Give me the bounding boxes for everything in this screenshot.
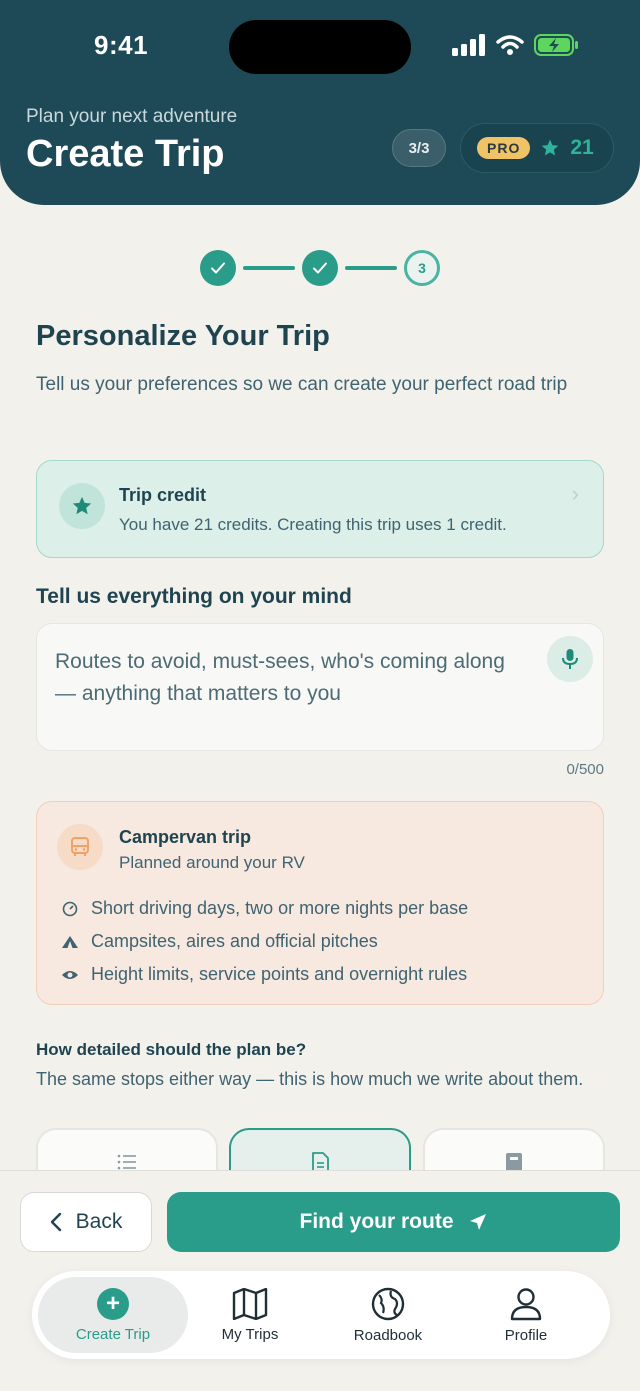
step-1-complete <box>200 250 236 286</box>
pro-credits-badge[interactable]: PRO 21 <box>460 123 614 173</box>
camper-subtitle: Planned around your RV <box>119 853 305 872</box>
step-connector <box>345 266 397 270</box>
page-title: Create Trip <box>26 133 225 175</box>
detail-description: The same stops either way — this is how … <box>36 1069 584 1089</box>
check-icon <box>211 262 225 274</box>
find-route-label: Find your route <box>299 1210 454 1233</box>
send-icon <box>469 1214 486 1230</box>
tent-icon <box>61 933 79 951</box>
status-icons <box>452 34 580 56</box>
star-icon <box>542 139 559 156</box>
battery-icon <box>534 34 578 56</box>
textarea-placeholder: Routes to avoid, must-sees, who's coming… <box>55 650 505 705</box>
back-label: Back <box>75 1210 123 1233</box>
section-title: Personalize Your Trip <box>36 320 330 352</box>
step-2-complete <box>302 250 338 286</box>
map-icon <box>232 1287 268 1320</box>
app-header: 9:41 Plan your next adventure Create Tri… <box>0 0 640 205</box>
feature-item: Campsites, aires and official pitches <box>61 931 378 952</box>
chevron-left-icon <box>50 1212 61 1232</box>
step-3-current: 3 <box>404 250 440 286</box>
find-route-button[interactable]: Find your route <box>167 1192 620 1252</box>
feature-item: Short driving days, two or more nights p… <box>61 898 468 919</box>
chevron-right-icon: › <box>571 481 579 506</box>
signal-icon <box>452 34 485 56</box>
detail-question: How detailed should the plan be? <box>36 1040 307 1059</box>
microphone-button[interactable] <box>547 636 593 682</box>
feature-text: Height limits, service points and overni… <box>91 964 468 984</box>
dynamic-island <box>229 20 411 74</box>
preferences-textarea[interactable]: Routes to avoid, must-sees, who's coming… <box>36 623 604 751</box>
feature-item: Height limits, service points and overni… <box>61 964 467 985</box>
tab-label: My Trips <box>221 1325 279 1343</box>
section-description: Tell us your preferences so we can creat… <box>36 374 568 395</box>
step-indicator: 3/3 <box>392 129 446 167</box>
wifi-icon <box>496 35 524 55</box>
tab-roadbook[interactable]: Roadbook <box>328 1271 448 1359</box>
progress-stepper: 3 <box>200 250 440 286</box>
eye-icon <box>61 966 79 984</box>
pro-badge: PRO <box>477 137 531 159</box>
tab-my-trips[interactable]: My Trips <box>190 1271 310 1359</box>
back-button[interactable]: Back <box>20 1192 152 1252</box>
character-counter: 0/500 <box>566 761 604 778</box>
credit-text: You have 21 credits. Creating this trip … <box>119 515 507 534</box>
camper-title: Campervan trip <box>119 827 252 847</box>
tab-create-trip[interactable]: + Create Trip <box>38 1277 188 1353</box>
tab-label: Create Trip <box>75 1325 151 1343</box>
feature-text: Short driving days, two or more nights p… <box>91 898 469 918</box>
campervan-card: Campervan trip Planned around your RV Sh… <box>36 801 604 1005</box>
header-subtitle: Plan your next adventure <box>26 106 238 127</box>
gauge-icon <box>61 900 79 918</box>
step-connector <box>243 266 295 270</box>
tab-label: Profile <box>504 1326 548 1344</box>
tab-bar: + Create Trip My Trips Roadbook Profile <box>32 1271 610 1359</box>
check-icon <box>313 262 327 274</box>
credit-star-icon <box>59 483 105 529</box>
plus-circle-icon: + <box>97 1287 129 1320</box>
tab-label: Roadbook <box>353 1326 423 1344</box>
status-time: 9:41 <box>94 30 149 60</box>
trip-credit-card[interactable]: Trip credit You have 21 credits. Creatin… <box>36 460 604 558</box>
feature-text: Campsites, aires and official pitches <box>91 931 378 951</box>
globe-icon <box>371 1287 405 1320</box>
mind-label: Tell us everything on your mind <box>36 585 352 608</box>
credit-title: Trip credit <box>119 485 207 505</box>
microphone-icon <box>562 649 578 669</box>
tab-profile[interactable]: Profile <box>466 1271 586 1359</box>
person-icon <box>510 1287 542 1320</box>
credit-count: 21 <box>570 136 594 159</box>
bus-icon <box>57 824 103 870</box>
